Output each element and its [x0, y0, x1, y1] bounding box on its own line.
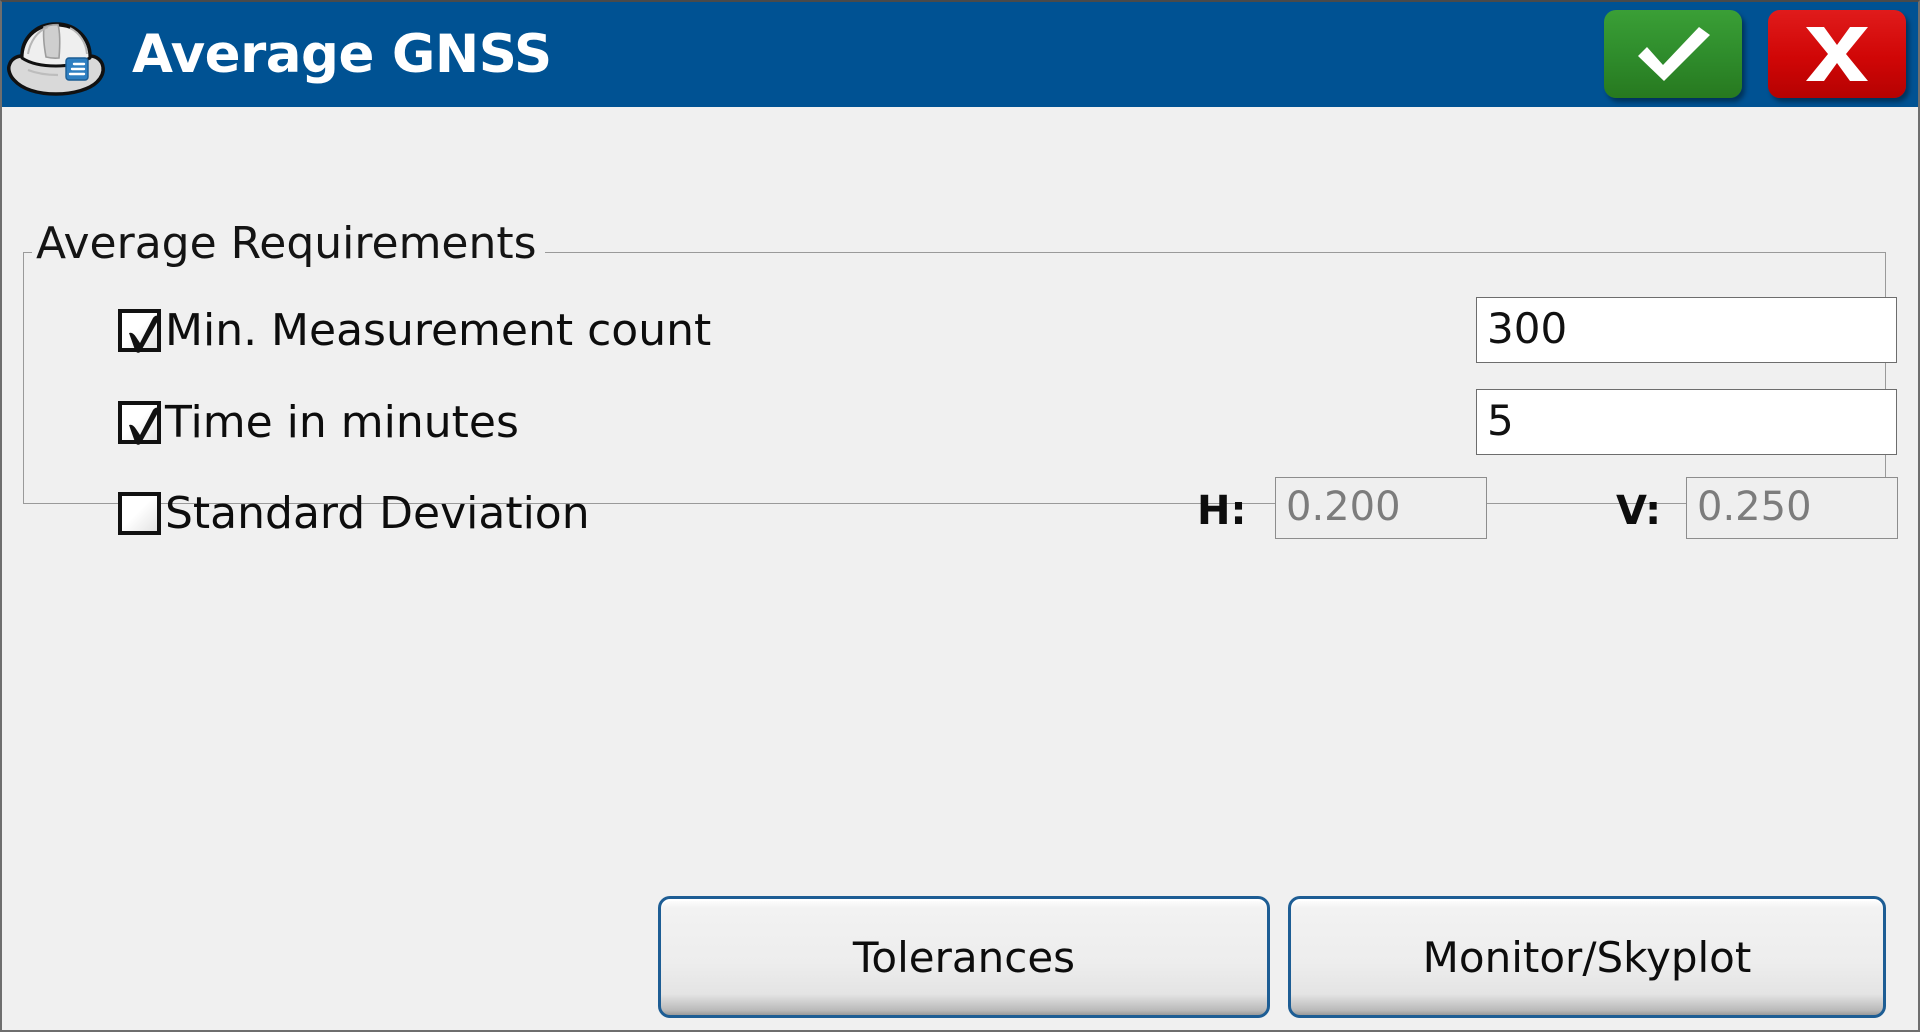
- checkmark-icon: [1638, 27, 1710, 81]
- average-requirements-group: Average Requirements Min. Measurement co…: [23, 218, 1898, 539]
- row-standard-deviation: Standard Deviation H: V:: [24, 477, 1898, 546]
- accept-button[interactable]: [1604, 10, 1742, 98]
- titlebar: Average GNSS: [2, 2, 1918, 107]
- group-legend: Average Requirements: [32, 218, 545, 270]
- page-title: Average GNSS: [132, 24, 552, 85]
- monitor-skyplot-button[interactable]: Monitor/Skyplot: [1288, 896, 1886, 1018]
- row-time-in-minutes: Time in minutes: [24, 389, 1897, 455]
- average-gnss-dialog: Average GNSS Average Requirements Min. M…: [0, 0, 1920, 1032]
- input-holder: [24, 389, 1897, 455]
- vertical-label: V:: [1616, 488, 1662, 534]
- input-holder: H: V:: [24, 477, 1898, 546]
- dialog-body: Average Requirements Min. Measurement co…: [2, 107, 1918, 1030]
- cancel-button[interactable]: [1768, 10, 1906, 98]
- close-x-icon: [1806, 27, 1868, 81]
- row-min-measurement-count: Min. Measurement count: [24, 297, 1897, 363]
- titlebar-actions: [1604, 10, 1906, 98]
- time-in-minutes-input[interactable]: [1476, 389, 1897, 455]
- std-dev-vertical-input[interactable]: [1686, 477, 1898, 539]
- tolerances-button[interactable]: Tolerances: [658, 896, 1270, 1018]
- input-holder: [24, 297, 1897, 363]
- min-measurement-count-input[interactable]: [1476, 297, 1897, 363]
- horizontal-label: H:: [1197, 488, 1247, 534]
- footer-actions: Tolerances Monitor/Skyplot: [2, 896, 1918, 1026]
- std-dev-horizontal-input[interactable]: [1275, 477, 1487, 539]
- hard-hat-icon: [7, 21, 105, 96]
